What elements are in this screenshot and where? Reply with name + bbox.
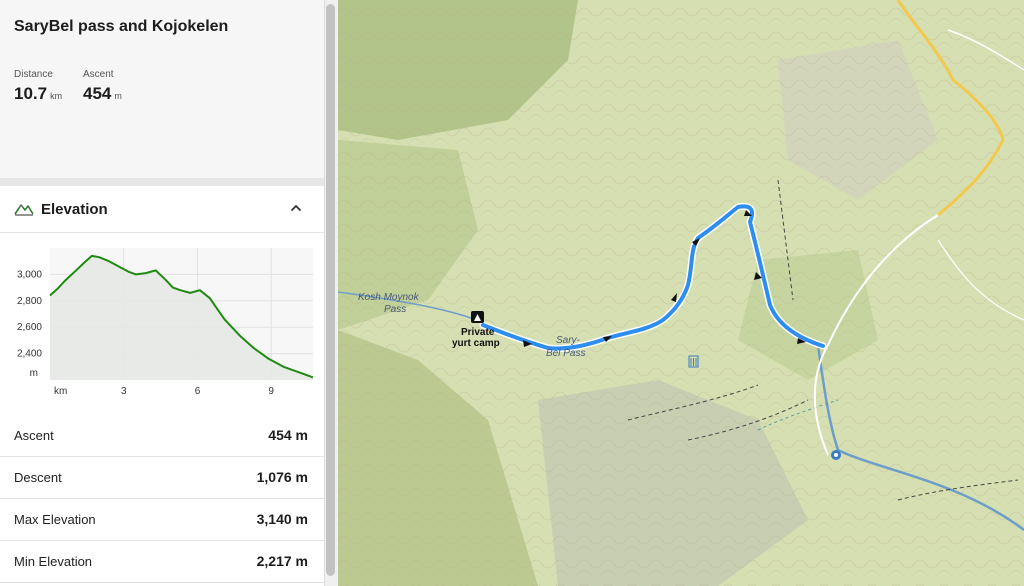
camp-label-line1: Private	[461, 327, 495, 338]
stat-label: Min Elevation	[14, 554, 93, 569]
y-tick-label: 2,600	[17, 322, 42, 333]
distance-number: 10.7	[14, 84, 48, 103]
section-divider	[0, 178, 324, 186]
stat-label: Ascent	[14, 428, 54, 443]
topographic-map[interactable]: Private yurt camp Kosh Moynok Pass Sary-…	[338, 0, 1024, 586]
stat-row: Max Elevation 3,140 m	[0, 498, 324, 541]
kosh-moynok-label-line1: Kosh Moynok	[358, 292, 420, 303]
route-summary: SaryBel pass and Kojokelen Distance 10.7…	[0, 0, 324, 178]
elevation-title: Elevation	[41, 201, 108, 218]
mountain-chart-icon	[14, 204, 34, 216]
route-title: SaryBel pass and Kojokelen	[14, 18, 229, 35]
x-axis-unit-label: km	[54, 386, 67, 397]
x-tick-label: 6	[195, 386, 201, 397]
ascent-value: 454 m	[83, 84, 122, 104]
distance-value: 10.7 km	[14, 84, 62, 104]
stat-value: 1,076 m	[256, 469, 308, 485]
chevron-up-icon[interactable]	[288, 200, 304, 216]
distance-label: Distance	[14, 69, 53, 80]
kosh-moynok-label-line2: Pass	[384, 304, 406, 315]
x-tick-label: 9	[268, 386, 274, 397]
campsite-icon[interactable]	[471, 311, 484, 323]
mineral-spring-icon[interactable]	[831, 450, 841, 460]
stat-row: Min Elevation 2,217 m	[0, 540, 324, 583]
camp-label-line2: yurt camp	[452, 338, 500, 349]
stat-row: Ascent 454 m	[0, 414, 324, 457]
stat-value: 454 m	[268, 427, 308, 443]
ascent-label: Ascent	[83, 69, 114, 80]
elevation-section-header[interactable]: Elevation	[0, 186, 324, 233]
stat-label: Descent	[14, 470, 62, 485]
stat-value: 2,217 m	[256, 553, 308, 569]
elevation-chart[interactable]: 2,400 2,600 2,800 3,000 3 6 9 m km	[0, 240, 324, 402]
ascent-number: 454	[83, 84, 112, 103]
ascent-unit: m	[114, 91, 122, 101]
stat-value: 3,140 m	[256, 511, 308, 527]
map-view[interactable]: Private yurt camp Kosh Moynok Pass Sary-…	[338, 0, 1024, 586]
x-tick-label: 3	[121, 386, 127, 397]
stat-row: Descent 1,076 m	[0, 456, 324, 499]
panel-scrollbar-thumb[interactable]	[326, 4, 335, 576]
sarybel-label-line2: Bel Pass	[546, 348, 585, 359]
y-axis-unit-label: m	[30, 368, 38, 379]
route-info-panel: SaryBel pass and Kojokelen Distance 10.7…	[0, 0, 324, 586]
y-tick-label: 2,400	[17, 349, 42, 360]
sarybel-label-line1: Sary-	[556, 335, 581, 346]
y-tick-label: 2,800	[17, 296, 42, 307]
stat-label: Max Elevation	[14, 512, 96, 527]
y-tick-label: 3,000	[17, 269, 42, 280]
distance-unit: km	[50, 91, 63, 101]
